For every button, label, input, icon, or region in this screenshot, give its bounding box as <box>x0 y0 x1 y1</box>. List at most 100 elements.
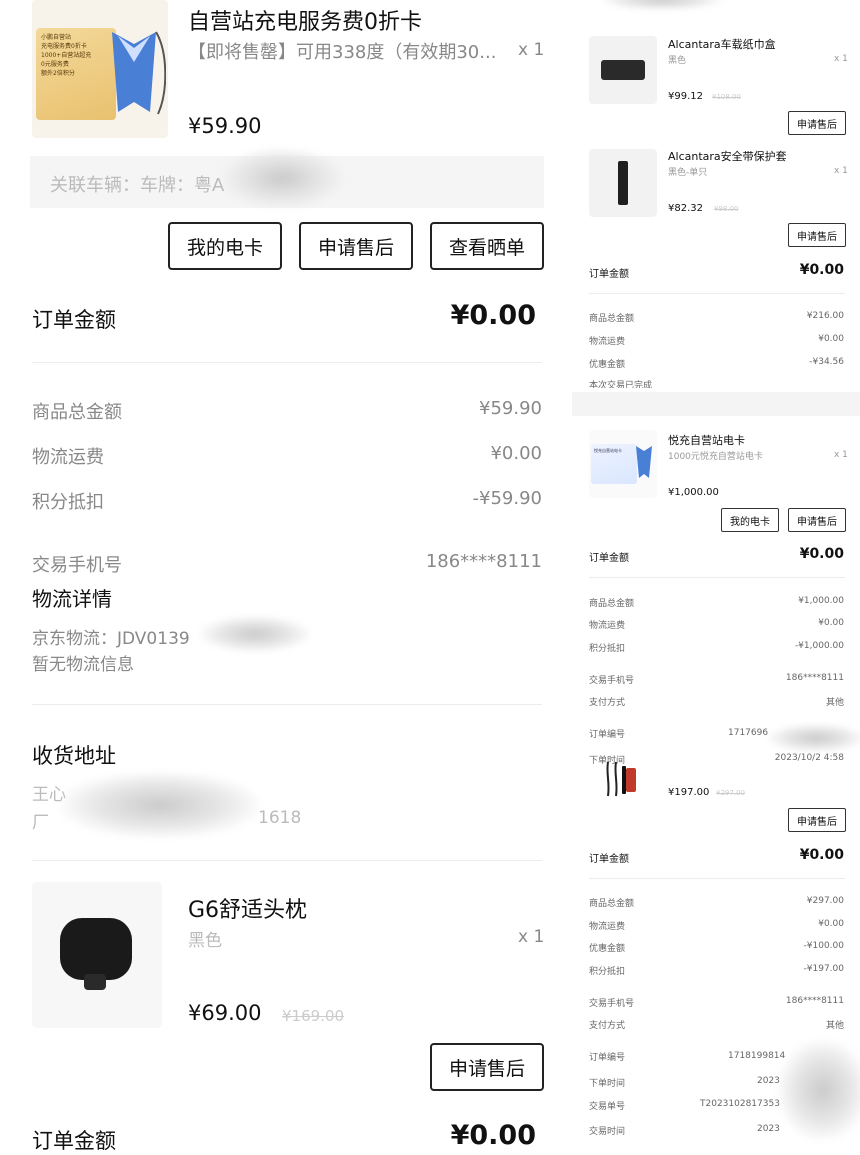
points-deduct-label: 积分抵扣 <box>32 492 104 513</box>
goods-total-value: ¥297.00 <box>806 896 844 906</box>
headrest-image <box>60 918 132 990</box>
yuechong-card-image: 悦充自营站电卡 <box>591 444 637 484</box>
tissue-box-image <box>601 60 645 80</box>
order-number-label: 订单编号 <box>589 730 626 740</box>
shipping-value: ¥0.00 <box>818 919 844 929</box>
xpeng-charger-icon <box>112 31 166 115</box>
item-variant: 1000元悦充自营站电卡 <box>668 452 763 462</box>
order-amount-value: ¥0.00 <box>450 300 536 331</box>
my-card-button[interactable]: 我的电卡 <box>168 222 282 270</box>
item-price: ¥69.00 <box>188 1001 262 1025</box>
view-review-button[interactable]: 查看晒单 <box>430 222 544 270</box>
shipping-value: ¥0.00 <box>490 443 542 464</box>
goods-total-label: 商品总金额 <box>589 899 635 909</box>
divider <box>589 577 845 578</box>
item-title[interactable]: Alcantara安全带保护套 <box>668 148 787 164</box>
seatbelt-cover-thumbnail[interactable] <box>589 149 657 217</box>
goods-total-label: 商品总金额 <box>589 599 635 609</box>
item-variant: 黑色-单只 <box>668 168 708 178</box>
points-deduct-value: -¥1,000.00 <box>794 641 844 651</box>
goods-total-value: ¥216.00 <box>806 311 844 321</box>
phone-label: 交易手机号 <box>32 555 122 576</box>
item-price: ¥82.32 <box>668 203 703 214</box>
order-number-value[interactable]: 1718199814 <box>728 1051 785 1061</box>
divider <box>32 860 542 861</box>
after-sale-button[interactable]: 申请售后 <box>430 1043 544 1091</box>
plate-redaction <box>222 148 342 208</box>
order-info-redaction <box>778 1040 860 1140</box>
phone-label: 交易手机号 <box>589 676 635 686</box>
phone-value: 186****8111 <box>425 551 542 572</box>
item-variant: 黑色 <box>668 56 687 66</box>
logistics-number[interactable]: 京东物流：JDV0139 <box>32 624 190 649</box>
discount-value: -¥100.00 <box>803 941 844 951</box>
order-amount-label: 订单金额 <box>32 1129 116 1153</box>
points-deduct-value: -¥59.90 <box>472 488 542 509</box>
shipping-label: 物流运费 <box>589 922 626 932</box>
divider <box>589 878 845 879</box>
after-sale-button[interactable]: 申请售后 <box>788 111 846 135</box>
order-amount-value: ¥0.00 <box>799 847 844 863</box>
shipping-value: ¥0.00 <box>818 618 844 628</box>
address-title: 收货地址 <box>32 744 116 768</box>
trade-time-value: 2023 <box>757 1124 780 1134</box>
discount-label: 优惠金额 <box>589 944 626 954</box>
seatbelt-cover-image <box>618 161 628 205</box>
item-quantity: x 1 <box>834 450 848 460</box>
payment-method-label: 支付方式 <box>589 1021 626 1031</box>
top-redaction <box>602 0 722 10</box>
order-number-value[interactable]: 1717696 <box>728 728 768 738</box>
logistics-status: 暂无物流信息 <box>32 655 134 675</box>
after-sale-button[interactable]: 申请售后 <box>788 508 846 532</box>
after-sale-button[interactable]: 申请售后 <box>788 223 846 247</box>
my-card-button[interactable]: 我的电卡 <box>721 508 779 532</box>
headrest-thumbnail[interactable] <box>32 882 162 1028</box>
order-amount-label: 订单金额 <box>589 269 629 280</box>
trade-complete-label: 本次交易已完成 <box>589 381 653 388</box>
points-deduct-label: 积分抵扣 <box>589 644 626 654</box>
item-price: ¥99.12 <box>668 91 703 102</box>
tracking-redaction <box>200 616 310 652</box>
address-tail: 1618 <box>258 808 302 828</box>
item-subtitle: 【即将售罄】可用338度（有效期30... <box>188 42 497 63</box>
phone-value: 186****8111 <box>785 673 844 683</box>
order-time-value: 2023 <box>757 1076 780 1086</box>
charge-card-thumbnail[interactable]: 小鹏自营站 充电服务费0折卡 1000+自营站超充 0元服务费 额外2倍积分 <box>32 0 168 138</box>
discount-value: -¥34.56 <box>809 357 844 367</box>
item-quantity: x 1 <box>834 54 848 64</box>
item-quantity: x 1 <box>518 40 545 60</box>
item-title[interactable]: 悦充自营站电卡 <box>668 432 745 448</box>
address-redaction <box>60 772 260 838</box>
vehicle-link-label: 关联车辆：车牌：粤A <box>50 175 225 196</box>
yuechong-card-thumbnail[interactable]: 悦充自营站电卡 <box>589 430 657 498</box>
divider <box>32 362 542 363</box>
after-sale-button[interactable]: 申请售后 <box>299 222 413 270</box>
tissue-box-thumbnail[interactable] <box>589 36 657 104</box>
item-original-price: ¥98.00 <box>714 205 739 213</box>
trade-number-value[interactable]: T2023102817353 <box>700 1099 780 1109</box>
item-quantity: x 1 <box>834 166 848 176</box>
item-price: ¥197.00 <box>668 787 710 798</box>
item-title[interactable]: Alcantara车载纸巾盒 <box>668 36 776 52</box>
points-deduct-label: 积分抵扣 <box>589 967 626 977</box>
order-number-redaction <box>768 724 860 752</box>
item-original-price: ¥108.00 <box>712 93 741 101</box>
item-title[interactable]: G6舒适头枕 <box>188 892 307 924</box>
shipping-label: 物流运费 <box>589 621 626 631</box>
item-original-price: ¥297.00 <box>716 789 745 797</box>
order-amount-value: ¥0.00 <box>799 262 844 278</box>
goods-total-label: 商品总金额 <box>32 402 122 423</box>
order-amount-label: 订单金额 <box>32 308 116 332</box>
points-deduct-value: -¥197.00 <box>803 964 844 974</box>
right-order-panel: Alcantara车载纸巾盒 黑色 x 1 ¥99.12 ¥108.00 申请售… <box>572 0 860 1147</box>
cable-product-image[interactable] <box>600 760 644 800</box>
item-price: ¥59.90 <box>188 114 262 138</box>
after-sale-button[interactable]: 申请售后 <box>788 808 846 832</box>
payment-method-value: 其他 <box>825 1021 844 1031</box>
section-gap <box>572 392 860 416</box>
order-time-label: 下单时间 <box>589 1079 626 1089</box>
item-variant: 黑色 <box>188 931 222 951</box>
cable-icon <box>606 761 636 797</box>
discount-label: 优惠金额 <box>589 360 626 370</box>
item-title[interactable]: 自营站充电服务费0折卡 <box>188 4 422 36</box>
